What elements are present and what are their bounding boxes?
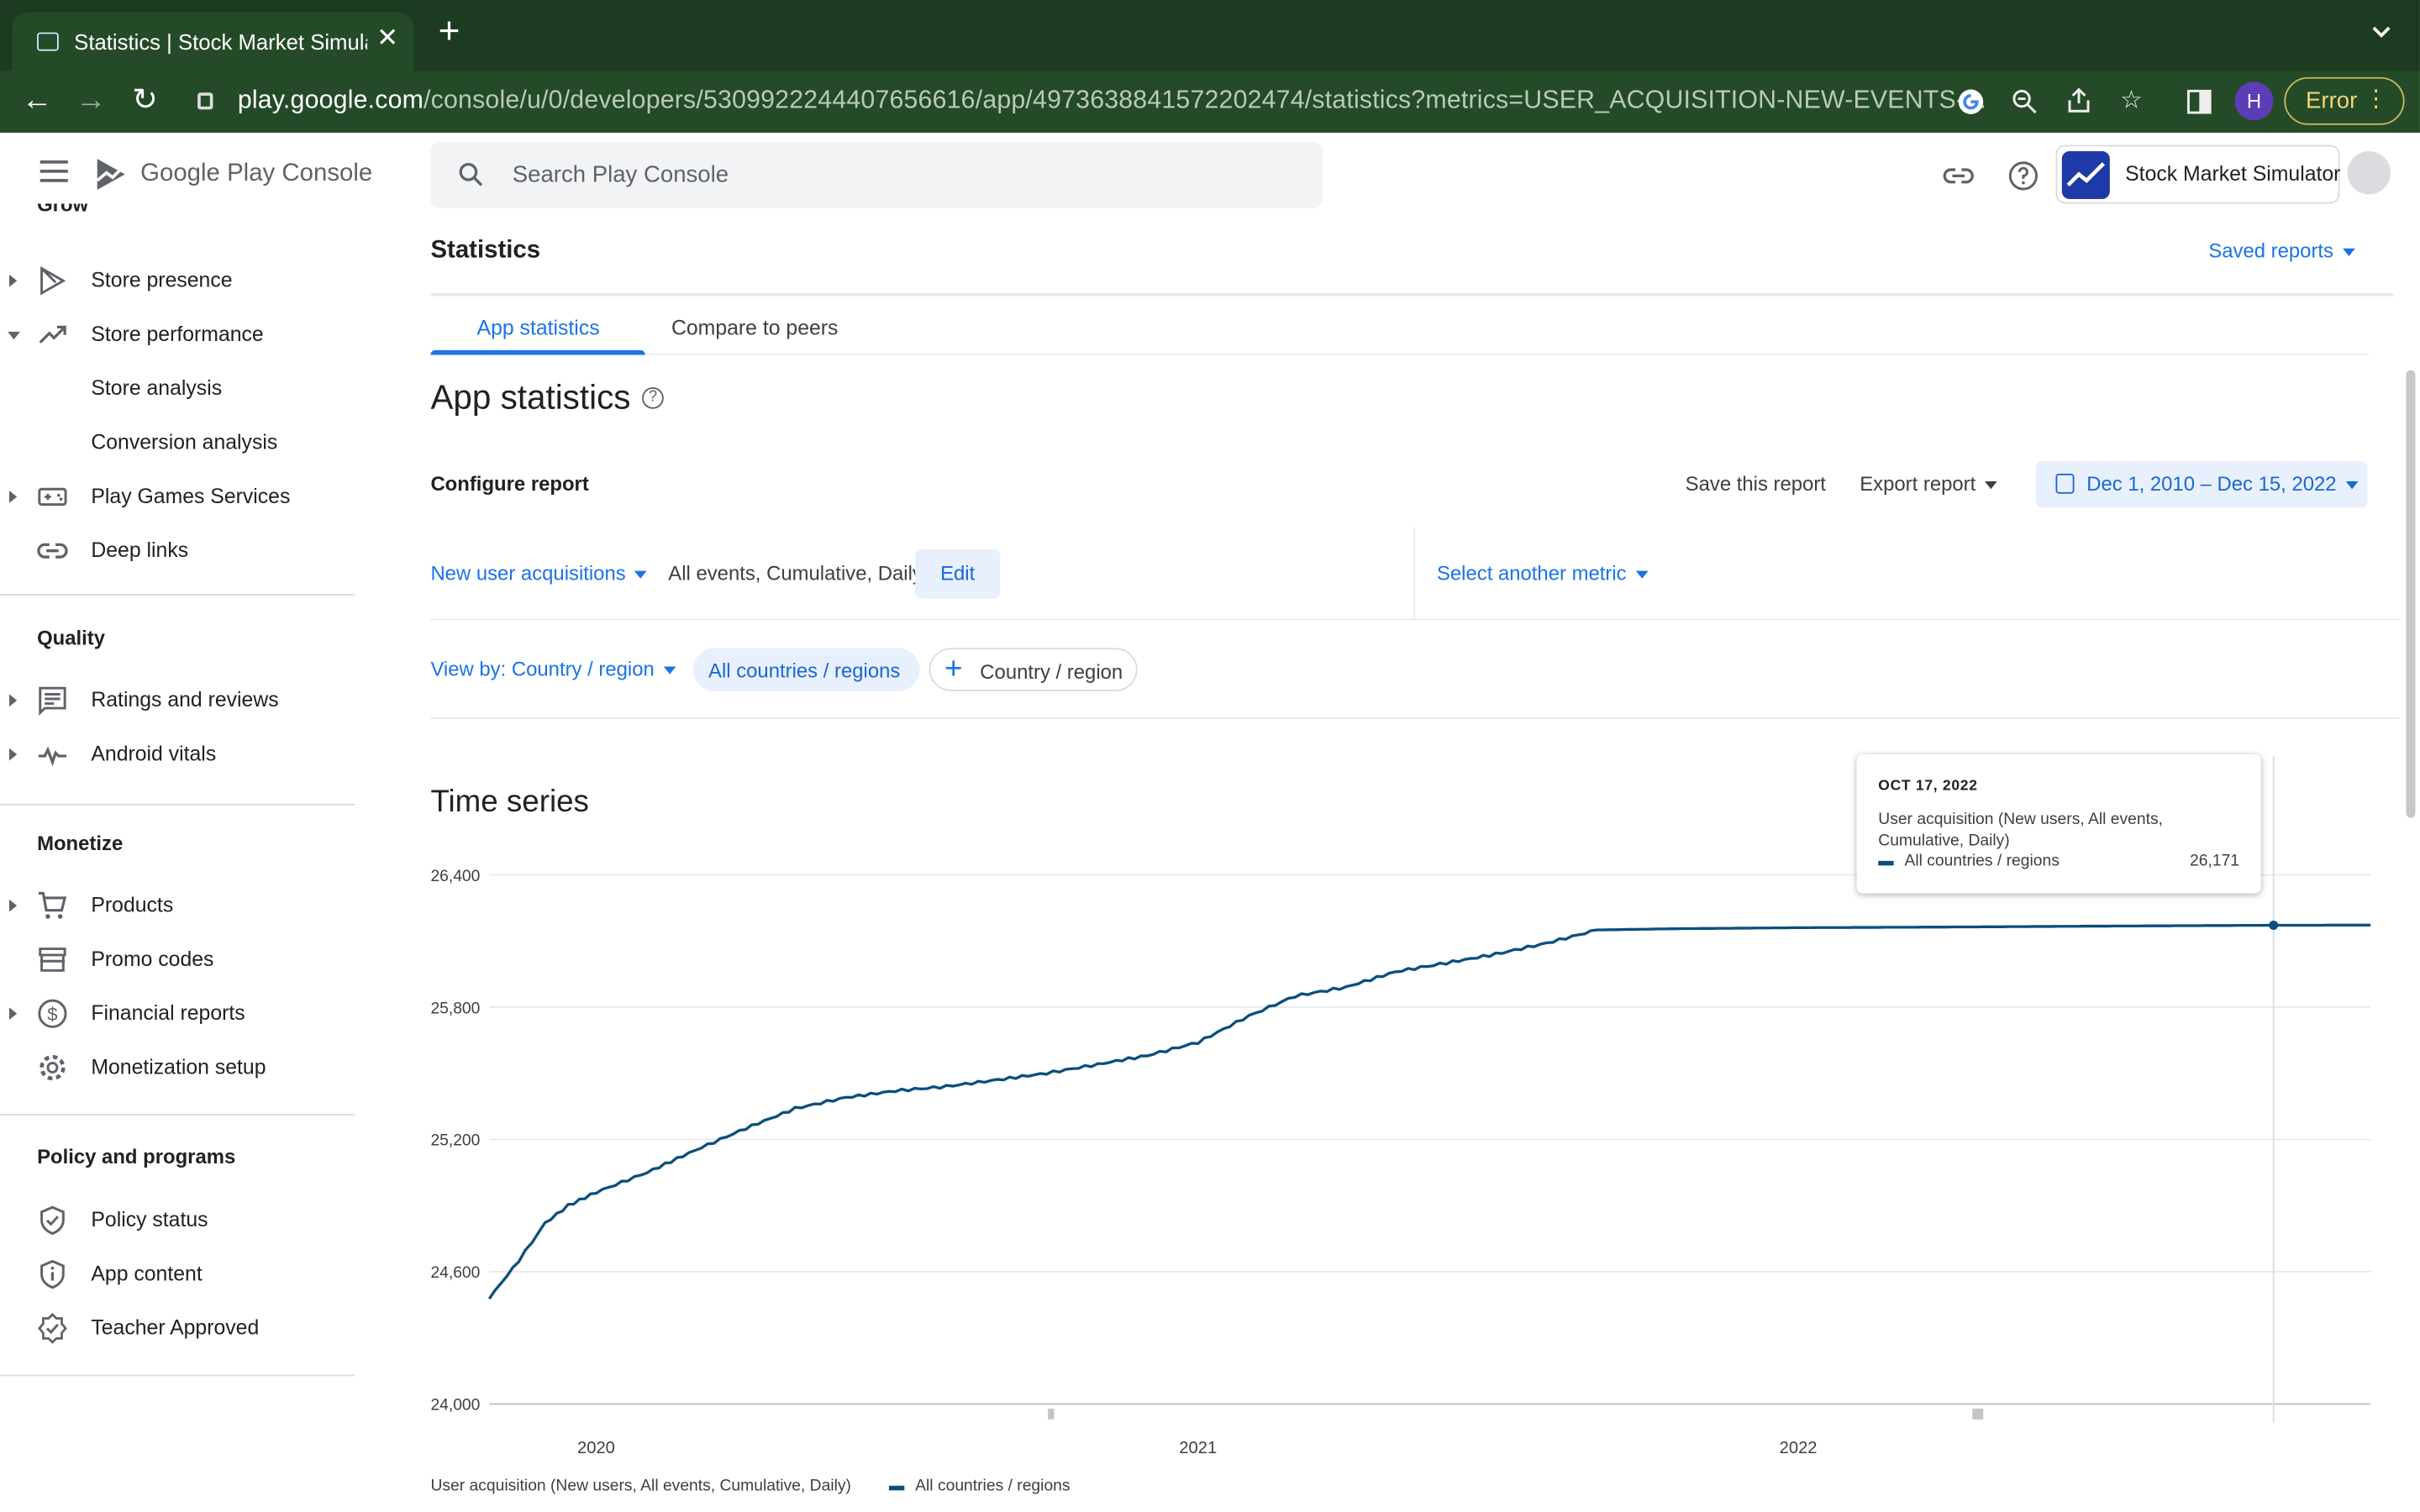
legend-metric: User acquisition (New users, All events,… xyxy=(430,1476,851,1495)
tooltip-metric: User acquisition (New users, All events,… xyxy=(1878,810,2163,851)
y-tick-label: 25,200 xyxy=(430,1132,480,1150)
tooltip-swatch xyxy=(1878,860,1894,866)
release-marker[interactable] xyxy=(1972,1408,1984,1420)
y-tick-label: 26,400 xyxy=(430,868,480,885)
x-tick-label: 2021 xyxy=(1179,1439,1217,1457)
y-tick-label: 24,000 xyxy=(430,1397,480,1415)
chart-tooltip: OCT 17, 2022 User acquisition (New users… xyxy=(1856,754,2261,894)
tooltip-series: All countries / regions xyxy=(1904,851,2060,870)
x-tick-label: 2020 xyxy=(577,1439,615,1457)
legend-swatch xyxy=(888,1485,905,1491)
series-line-all-countries[interactable] xyxy=(487,923,2371,1300)
scrollbar-thumb[interactable] xyxy=(2406,370,2416,818)
tooltip-value: 26,171 xyxy=(2190,851,2240,870)
y-tick-label: 24,600 xyxy=(430,1264,480,1282)
hover-point xyxy=(2269,921,2279,931)
legend-series[interactable]: All countries / regions xyxy=(915,1477,1070,1495)
x-tick-label: 2022 xyxy=(1780,1439,1818,1457)
y-tick-label: 25,800 xyxy=(430,1000,480,1017)
tooltip-date: OCT 17, 2022 xyxy=(1878,777,1978,795)
release-marker[interactable] xyxy=(1048,1408,1055,1420)
